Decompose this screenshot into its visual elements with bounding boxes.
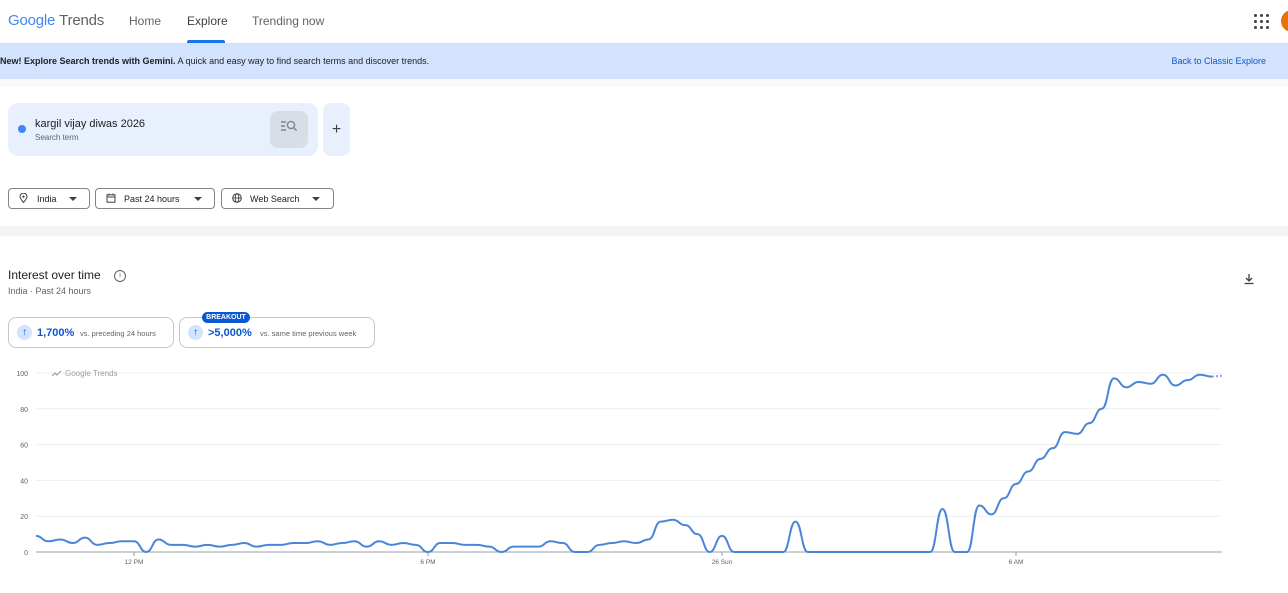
series-line: [35, 373, 1213, 553]
stat-value: 1,700%: [37, 327, 75, 339]
stat-preceding-24h: ↑ 1,700% vs. preceding 24 hours: [8, 317, 174, 348]
google-trends-logo[interactable]: Google Trends: [8, 12, 104, 29]
interest-line-chart: 0 20 40 60 80 100 12 PM 6 PM 26 Sun 6 AM Google Tr…: [16, 369, 1225, 566]
nav-explore[interactable]: Explore: [187, 14, 228, 28]
y-tick-label: 100: [16, 371, 28, 378]
back-to-classic-link[interactable]: Back to Classic Explore: [1171, 56, 1266, 66]
apps-grid-icon[interactable]: [1253, 13, 1269, 29]
x-tick-label: 26 Sun: [712, 559, 733, 566]
y-tick-label: 80: [20, 407, 28, 414]
globe-icon: [232, 193, 242, 206]
x-tick-label: 12 PM: [125, 559, 144, 566]
x-tick-label: 6 PM: [420, 559, 435, 566]
chart-watermark: Google Trends: [65, 369, 117, 378]
region-filter-label: India: [37, 194, 57, 204]
y-tick-label: 20: [20, 514, 28, 521]
calendar-icon: [106, 193, 116, 206]
search-term-text[interactable]: kargil vijay diwas 2026: [35, 118, 145, 130]
y-tick-label: 60: [20, 443, 28, 450]
arrow-up-icon: ↑: [17, 325, 32, 340]
search-term-card[interactable]: kargil vijay diwas 2026 Search term: [8, 103, 318, 156]
term-search-icon[interactable]: [270, 111, 308, 148]
chevron-down-icon: [194, 197, 202, 201]
chevron-down-icon: [312, 197, 320, 201]
gemini-banner: New! Explore Search trends with Gemini. …: [0, 44, 1288, 79]
banner-text: A quick and easy way to find search term…: [175, 56, 430, 66]
download-icon[interactable]: [1243, 273, 1255, 288]
time-filter[interactable]: Past 24 hours: [95, 188, 215, 209]
avatar[interactable]: [1281, 10, 1288, 32]
property-filter-label: Web Search: [250, 194, 300, 204]
info-icon[interactable]: i: [114, 270, 126, 282]
property-filter[interactable]: Web Search: [221, 188, 334, 209]
interest-over-time-subtitle: India · Past 24 hours: [8, 286, 92, 296]
section-divider: [0, 226, 1288, 236]
logo-google: Google: [8, 12, 56, 29]
add-term-button[interactable]: +: [323, 103, 350, 156]
divider: [0, 79, 1288, 87]
nav-trending-now[interactable]: Trending now: [252, 14, 324, 28]
y-tick-label: 0: [24, 550, 28, 557]
y-tick-label: 40: [20, 478, 28, 485]
logo-trends: Trends: [59, 12, 105, 29]
arrow-up-icon: ↑: [188, 325, 203, 340]
stat-label: vs. same time previous week: [260, 329, 357, 338]
breakout-badge: BREAKOUT: [202, 312, 250, 323]
stat-value: >5,000%: [208, 327, 252, 339]
top-app-bar: Google Trends Home Explore Trending now: [0, 0, 1288, 44]
banner-message: New! Explore Search trends with Gemini. …: [0, 56, 429, 66]
banner-bold: New! Explore Search trends with Gemini.: [0, 56, 176, 66]
time-filter-label: Past 24 hours: [124, 194, 180, 204]
search-term-type: Search term: [35, 133, 79, 142]
nav-home[interactable]: Home: [129, 14, 161, 28]
chevron-down-icon: [69, 197, 77, 201]
series-partial-data: [1211, 374, 1225, 378]
location-pin-icon: [19, 192, 28, 206]
stat-label: vs. preceding 24 hours: [80, 329, 156, 338]
interest-over-time-title: Interest over time: [8, 268, 101, 282]
x-tick-label: 6 AM: [1009, 559, 1024, 566]
term-color-dot: [18, 125, 26, 133]
nav-active-indicator: [187, 40, 225, 43]
region-filter[interactable]: India: [8, 188, 90, 209]
